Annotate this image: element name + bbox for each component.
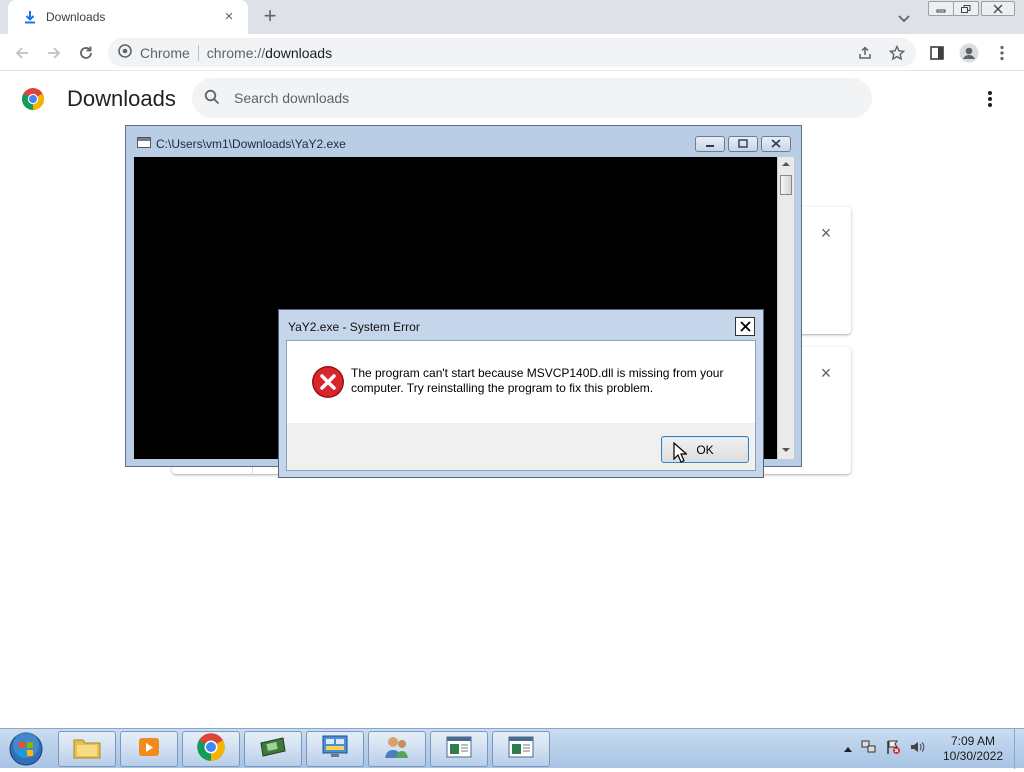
tray-expand-icon[interactable] [843, 740, 853, 758]
minimize-button[interactable] [928, 1, 954, 16]
downloads-menu-icon[interactable] [980, 88, 1000, 110]
back-icon[interactable] [11, 42, 33, 64]
site-label: Chrome [140, 44, 190, 61]
clock-date: 10/30/2022 [942, 749, 1004, 763]
bookmark-star-icon[interactable] [886, 42, 908, 64]
taskbar-window-app-2[interactable] [492, 731, 550, 767]
chrome-logo-icon [21, 87, 45, 111]
search-icon [204, 89, 220, 108]
chrome-icon [196, 732, 226, 767]
search-placeholder: Search downloads [234, 90, 350, 106]
window-app-icon [507, 735, 535, 764]
network-icon[interactable] [861, 739, 877, 760]
console-scrollbar[interactable] [777, 157, 794, 459]
system-tray [843, 737, 925, 761]
volume-icon[interactable] [909, 739, 925, 760]
media-player-icon [136, 734, 162, 765]
taskbar-window-app-1[interactable] [430, 731, 488, 767]
remove-download-button[interactable]: × [816, 363, 836, 383]
chrome-menu-icon[interactable] [991, 42, 1013, 64]
network-card-icon [258, 735, 288, 764]
taskbar-file-explorer[interactable] [58, 731, 116, 767]
close-window-button[interactable] [981, 1, 1015, 16]
monitor-icon [320, 734, 350, 765]
users-icon [382, 733, 412, 766]
search-downloads-input[interactable]: Search downloads [192, 78, 872, 118]
reload-icon[interactable] [75, 42, 97, 64]
chrome-site-icon [118, 44, 132, 61]
taskbar-network-tool[interactable] [244, 731, 302, 767]
console-app-icon [137, 137, 151, 148]
show-desktop-button[interactable] [1014, 729, 1024, 769]
error-icon [311, 365, 345, 399]
scroll-thumb[interactable] [780, 175, 792, 195]
forward-icon[interactable] [43, 42, 65, 64]
console-maximize-button[interactable] [728, 136, 758, 152]
taskbar-media-player[interactable] [120, 731, 178, 767]
omnibox-divider [197, 44, 199, 61]
start-button[interactable] [6, 731, 46, 767]
browser-toolbar: Chrome chrome://downloads [0, 34, 1024, 71]
url-scheme: chrome:// [206, 44, 266, 61]
share-icon[interactable] [854, 42, 876, 64]
new-tab-button[interactable]: + [258, 5, 282, 29]
chevron-down-icon[interactable] [894, 8, 914, 28]
tab-strip: Downloads × + [0, 0, 1024, 34]
dialog-message-area: The program can't start because MSVCP140… [287, 341, 755, 423]
profile-avatar-icon[interactable] [958, 42, 980, 64]
restore-button[interactable] [953, 1, 979, 16]
url-host: downloads [265, 44, 333, 61]
action-center-flag-icon[interactable] [885, 739, 901, 760]
system-error-dialog: YaY2.exe - System Error The program can'… [278, 309, 764, 478]
window-app-icon [445, 735, 473, 764]
taskbar-chrome[interactable] [182, 731, 240, 767]
mouse-cursor-icon [673, 441, 689, 464]
taskbar-users-tool[interactable] [368, 731, 426, 767]
remove-download-button[interactable]: × [816, 223, 836, 243]
tab-downloads[interactable]: Downloads × [8, 0, 248, 34]
taskbar-control-panel[interactable] [306, 731, 364, 767]
tab-title: Downloads [46, 10, 106, 24]
console-minimize-button[interactable] [695, 136, 725, 152]
tab-close-button[interactable]: × [220, 8, 238, 26]
console-title: C:\Users\vm1\Downloads\YaY2.exe [156, 137, 346, 151]
address-bar[interactable]: Chrome chrome://downloads [108, 38, 916, 67]
page-title: Downloads [67, 86, 176, 111]
side-panel-icon[interactable] [926, 42, 948, 64]
dialog-close-button[interactable] [735, 317, 755, 336]
console-close-button[interactable] [761, 136, 791, 152]
downloads-header: Downloads Search downloads [0, 72, 1024, 126]
taskbar: 7:09 AM 10/30/2022 [0, 728, 1024, 769]
download-icon [22, 10, 38, 24]
error-message: The program can't start because MSVCP140… [351, 366, 724, 395]
dialog-title: YaY2.exe - System Error [288, 320, 420, 334]
taskbar-clock[interactable]: 7:09 AM 10/30/2022 [936, 734, 1010, 764]
clock-time: 7:09 AM [950, 734, 996, 748]
folder-icon [72, 734, 102, 765]
